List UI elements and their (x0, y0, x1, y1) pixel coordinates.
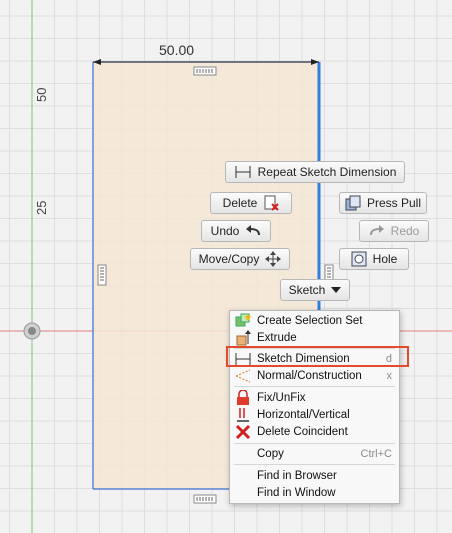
delete-button[interactable]: Delete (210, 192, 292, 214)
sketch-label: Sketch (288, 283, 326, 297)
menu-item-label: Find in Window (257, 486, 336, 499)
move-copy-label: Move/Copy (198, 252, 260, 266)
move-icon (265, 251, 282, 267)
move-copy-button[interactable]: Move/Copy (190, 248, 290, 270)
redo-button[interactable]: Redo (359, 220, 429, 242)
delete-coincident-icon (234, 424, 252, 440)
menu-separator (234, 443, 395, 444)
menu-item-label: Fix/UnFix (257, 391, 306, 404)
menu-item-label: Extrude (257, 331, 297, 344)
delete-icon (263, 195, 280, 211)
undo-label: Undo (210, 224, 240, 238)
menu-item-copy[interactable]: Copy Ctrl+C (232, 445, 398, 462)
hole-icon (351, 251, 367, 267)
sketch-dropdown-button[interactable]: Sketch (280, 279, 350, 301)
menu-item-fix-unfix[interactable]: Fix/UnFix (232, 389, 398, 406)
menu-item-shortcut: Ctrl+C (360, 447, 392, 460)
press-pull-button[interactable]: Press Pull (339, 192, 427, 214)
menu-item-label: Normal/Construction (257, 369, 362, 382)
menu-item-label: Copy (257, 447, 284, 460)
hole-button[interactable]: Hole (339, 248, 409, 270)
menu-item-find-in-browser[interactable]: Find in Browser (232, 467, 398, 484)
menu-item-delete-coincident[interactable]: Delete Coincident (232, 423, 398, 440)
menu-item-shortcut: x (386, 369, 393, 382)
selection-set-icon (234, 312, 252, 329)
menu-item-label: Create Selection Set (257, 314, 363, 327)
horizontal-vertical-icon (234, 407, 252, 423)
caret-down-icon (331, 286, 342, 294)
undo-icon (245, 225, 261, 237)
delete-label: Delete (222, 196, 258, 210)
extrude-icon (234, 329, 252, 346)
construction-line-icon (234, 368, 252, 384)
press-pull-icon (345, 195, 361, 211)
menu-separator (234, 464, 395, 465)
constraint-vertical-left[interactable] (97, 264, 107, 286)
menu-item-label: Delete Coincident (257, 425, 348, 438)
y-axis-label-25: 25 (34, 200, 49, 215)
menu-item-normal-construction[interactable]: Normal/Construction x (232, 367, 398, 384)
menu-item-label: Horizontal/Vertical (257, 408, 350, 421)
highlight-sketch-dimension (226, 346, 409, 367)
menu-item-extrude[interactable]: Extrude (232, 329, 398, 346)
constraint-horizontal-top[interactable] (193, 66, 217, 76)
menu-separator (234, 386, 395, 387)
sketch-canvas[interactable]: 50.00 50 25 Repeat Sketch Dimension Dele… (0, 0, 452, 533)
origin-point[interactable] (23, 322, 41, 340)
constraint-horizontal-bottom[interactable] (193, 494, 217, 504)
menu-item-find-in-window[interactable]: Find in Window (232, 484, 398, 501)
redo-icon (369, 225, 385, 237)
menu-item-create-selection-set[interactable]: Create Selection Set (232, 312, 398, 329)
menu-item-horizontal-vertical[interactable]: Horizontal/Vertical (232, 406, 398, 423)
y-axis-label-50: 50 (34, 87, 49, 102)
press-pull-label: Press Pull (366, 196, 422, 210)
horizontal-dimension-value[interactable]: 50.00 (159, 42, 194, 58)
undo-button[interactable]: Undo (201, 220, 271, 242)
redo-label: Redo (390, 224, 420, 238)
context-menu: Create Selection Set Extrude Sketch Dime… (229, 310, 400, 504)
lock-icon (234, 389, 252, 406)
repeat-sketch-dimension-button[interactable]: Repeat Sketch Dimension (225, 161, 405, 183)
repeat-label: Repeat Sketch Dimension (257, 165, 397, 179)
menu-item-label: Find in Browser (257, 469, 337, 482)
hole-label: Hole (372, 252, 398, 266)
sketch-dimension-icon (234, 165, 252, 179)
